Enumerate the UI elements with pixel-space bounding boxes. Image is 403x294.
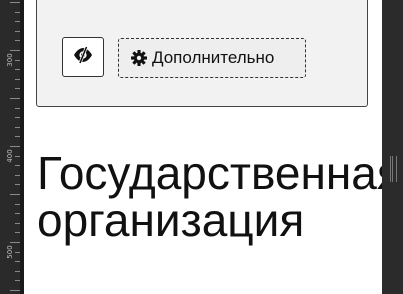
- ruler-label: 400: [6, 149, 14, 163]
- toggle-visibility-button[interactable]: [62, 37, 104, 77]
- ruler-tick: [10, 2, 20, 3]
- ruler-tick: [10, 290, 20, 291]
- scrollbar-grip[interactable]: [390, 156, 397, 182]
- scrollbar[interactable]: [382, 0, 403, 294]
- page-title: Государственная организация: [37, 147, 402, 246]
- advanced-button[interactable]: Дополнительно: [118, 38, 306, 78]
- ruler-label: 500: [6, 245, 14, 259]
- gear-icon: [131, 50, 147, 66]
- ruler-tick: [10, 194, 20, 195]
- ruler-edge: [20, 0, 24, 294]
- vertical-ruler: 300 400 500: [0, 0, 20, 294]
- ruler-tick: [10, 98, 20, 99]
- settings-panel: Дополнительно: [36, 0, 368, 107]
- ruler-label: 300: [6, 53, 14, 67]
- advanced-button-label: Дополнительно: [152, 48, 275, 67]
- eye-slash-icon: [72, 45, 94, 69]
